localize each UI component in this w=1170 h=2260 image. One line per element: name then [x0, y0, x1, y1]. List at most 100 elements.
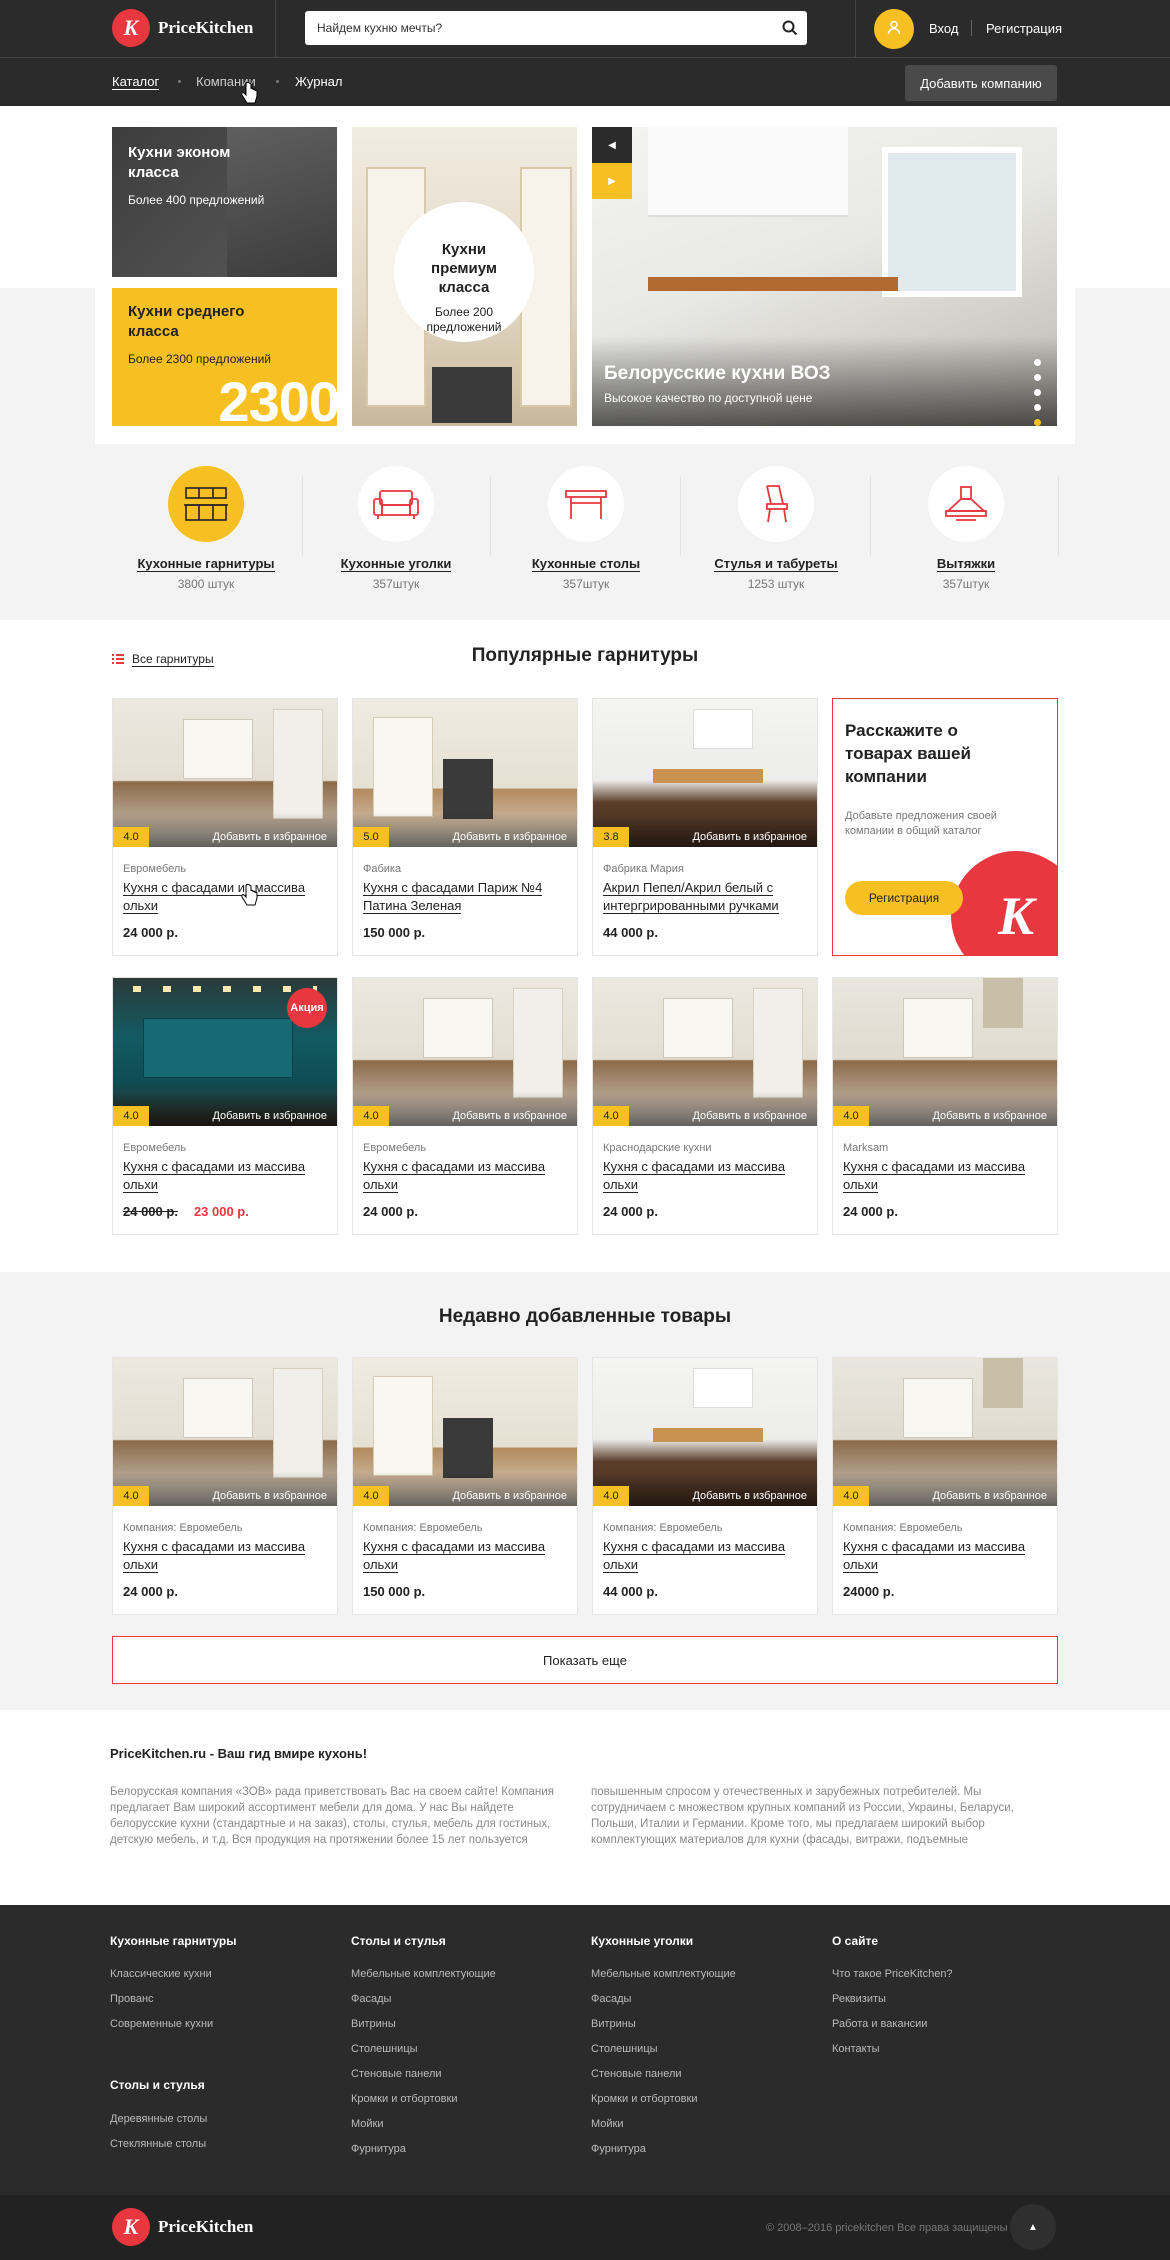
footer-link[interactable]: Фасады — [351, 1993, 391, 2005]
nav-catalog[interactable]: Каталог — [112, 74, 160, 90]
add-to-favorites[interactable]: Добавить в избранное — [932, 1110, 1047, 1122]
footer-link[interactable]: Фасады — [591, 1993, 631, 2005]
add-to-favorites[interactable]: Добавить в избранное — [212, 1490, 327, 1502]
register-link[interactable]: Регистрация — [986, 21, 1062, 36]
footer-link[interactable]: Фурнитура — [591, 2143, 646, 2155]
product-title[interactable]: Кухня с фасадами из массива ольхи — [123, 880, 306, 914]
footer-link[interactable]: Реквизиты — [832, 1993, 886, 2005]
product-maker: Компания: Евромебель — [603, 1522, 723, 1534]
footer-link[interactable]: Прованс — [110, 1993, 154, 2005]
banner-dot[interactable] — [1034, 359, 1041, 366]
product-maker: Фабика — [363, 863, 402, 875]
banner-countertop — [648, 277, 898, 291]
product-card[interactable]: 4.0 Добавить в избранное Компания: Евром… — [832, 1357, 1058, 1615]
footer-link[interactable]: Витрины — [591, 2018, 636, 2030]
product-card[interactable]: 5.0 Добавить в избранное Фабика Кухня с … — [352, 698, 578, 956]
footer-link[interactable]: Столешницы — [591, 2043, 658, 2055]
banner-next-arrow[interactable]: ▶ — [592, 163, 632, 199]
banner-dot[interactable] — [1034, 389, 1041, 396]
product-price: 24 000 р. — [123, 925, 178, 940]
banner-prev-arrow[interactable]: ◀ — [592, 127, 632, 163]
footer-link[interactable]: Кромки и отбортовки — [591, 2093, 697, 2105]
add-to-favorites[interactable]: Добавить в избранное — [452, 831, 567, 843]
category-kitchen-sets[interactable]: Кухонные гарнитуры 3800 штук — [111, 466, 301, 591]
login-link[interactable]: Вход — [929, 21, 958, 36]
scroll-top-button[interactable]: ▲ — [1010, 2204, 1056, 2250]
product-title[interactable]: Кухня с фасадами из массива ольхи — [843, 1539, 1026, 1573]
hero-tile-middle[interactable]: Кухни среднего класса Более 2300 предлож… — [112, 288, 337, 426]
footer-link[interactable]: Что такое PriceKitchen? — [832, 1968, 953, 1980]
footer-link[interactable]: Кромки и отбортовки — [351, 2093, 457, 2105]
footer-link[interactable]: Классические кухни — [110, 1968, 212, 1980]
add-company-button[interactable]: Добавить компанию — [905, 65, 1057, 101]
product-card[interactable]: 4.0 Добавить в избранное Краснодарские к… — [592, 977, 818, 1235]
search-input[interactable] — [305, 11, 773, 45]
logo[interactable]: K PriceKitchen — [112, 9, 253, 47]
hood-icon — [928, 466, 1004, 542]
footer-link[interactable]: Витрины — [351, 2018, 396, 2030]
add-to-favorites[interactable]: Добавить в избранное — [452, 1490, 567, 1502]
product-title[interactable]: Кухня с фасадами из массива ольхи — [123, 1159, 306, 1193]
search-icon[interactable] — [773, 11, 807, 45]
category-corners[interactable]: Кухонные уголки 357штук — [301, 466, 491, 591]
add-to-favorites[interactable]: Добавить в избранное — [692, 1490, 807, 1502]
show-more-button[interactable]: Показать еще — [112, 1636, 1058, 1684]
footer-link[interactable]: Столешницы — [351, 2043, 418, 2055]
footer-link[interactable]: Мойки — [591, 2118, 624, 2130]
product-card[interactable]: 4.0 Добавить в избранное Евромебель Кухн… — [112, 698, 338, 956]
category-tables[interactable]: Кухонные столы 357штук — [491, 466, 681, 591]
product-card[interactable]: 4.0 Добавить в избранное Компания: Евром… — [352, 1357, 578, 1615]
add-to-favorites[interactable]: Добавить в избранное — [692, 831, 807, 843]
hero-tile-economy[interactable]: Кухни эконом класса Более 400 предложени… — [112, 127, 337, 277]
add-to-favorites[interactable]: Добавить в избранное — [452, 1110, 567, 1122]
product-card[interactable]: 4.0 Добавить в избранное Компания: Евром… — [112, 1357, 338, 1615]
add-to-favorites[interactable]: Добавить в избранное — [932, 1490, 1047, 1502]
add-to-favorites[interactable]: Добавить в избранное — [692, 1110, 807, 1122]
user-avatar[interactable] — [874, 9, 914, 49]
hero-tile-premium[interactable]: Кухни премиум класса Более 200 предложен… — [352, 127, 577, 426]
footer-link[interactable]: Стеновые панели — [351, 2068, 442, 2080]
add-to-favorites[interactable]: Добавить в избранное — [212, 1110, 327, 1122]
product-title[interactable]: Кухня с фасадами из массива ольхи — [603, 1539, 786, 1573]
product-image: 4.0 Добавить в избранное — [353, 978, 577, 1126]
product-title[interactable]: Кухня с фасадами из массива ольхи — [363, 1159, 546, 1193]
banner-dot-active[interactable] — [1034, 419, 1041, 426]
banner-title: Белорусские кухни ВОЗ — [604, 363, 831, 384]
product-card[interactable]: 4.0 Добавить в избранное Компания: Евром… — [592, 1357, 818, 1615]
add-to-favorites[interactable]: Добавить в избранное — [212, 831, 327, 843]
footer-link[interactable]: Мебельные комплектующие — [351, 1968, 496, 1980]
category-count: 357штук — [942, 577, 990, 591]
category-hoods[interactable]: Вытяжки 357штук — [871, 466, 1061, 591]
product-title[interactable]: Кухня с фасадами из массива ольхи — [843, 1159, 1026, 1193]
promo-register-button[interactable]: Регистрация — [845, 881, 963, 915]
product-title[interactable]: Кухня с фасадами из массива ольхи — [363, 1539, 546, 1573]
footer — [0, 1905, 1170, 2195]
rating-badge: 4.0 — [593, 1106, 629, 1126]
product-title[interactable]: Кухня с фасадами из массива ольхи — [123, 1539, 306, 1573]
footer-link[interactable]: Мебельные комплектующие — [591, 1968, 736, 1980]
banner-dot[interactable] — [1034, 404, 1041, 411]
product-title[interactable]: Кухня с фасадами из массива ольхи — [603, 1159, 786, 1193]
product-card[interactable]: 4.0 Добавить в избранное Marksam Кухня с… — [832, 977, 1058, 1235]
hero-banner[interactable]: ◀ ▶ Белорусские кухни ВОЗ Высокое качест… — [592, 127, 1057, 426]
nav-journal[interactable]: Журнал — [295, 74, 342, 89]
rating-badge: 4.0 — [833, 1486, 869, 1506]
category-chairs[interactable]: Стулья и табуреты 1253 штук — [681, 466, 871, 591]
footer-link[interactable]: Мойки — [351, 2118, 384, 2130]
footer-link[interactable]: Контакты — [832, 2043, 880, 2055]
footer-link[interactable]: Фурнитура — [351, 2143, 406, 2155]
footer-logo[interactable]: K PriceKitchen — [112, 2208, 253, 2246]
footer-link[interactable]: Стеклянные столы — [110, 2138, 206, 2150]
footer-link[interactable]: Работа и вакансии — [832, 2018, 927, 2030]
footer-link[interactable]: Стеновые панели — [591, 2068, 682, 2080]
sofa-icon — [358, 466, 434, 542]
footer-link[interactable]: Деревянные столы — [110, 2113, 207, 2125]
banner-dot[interactable] — [1034, 374, 1041, 381]
footer-link[interactable]: Современные кухни — [110, 2018, 213, 2030]
product-card[interactable]: 4.0 Добавить в избранное Евромебель Кухн… — [352, 977, 578, 1235]
product-title[interactable]: Кухня с фасадами Париж №4 Патина Зеленая — [363, 880, 543, 914]
product-title[interactable]: Акрил Пепел/Акрил белый с интергрированн… — [603, 880, 779, 914]
rating-badge: 4.0 — [833, 1106, 869, 1126]
product-card[interactable]: Акция 4.0 Добавить в избранное Евромебел… — [112, 977, 338, 1235]
product-card[interactable]: 3.8 Добавить в избранное Фабрика Мария А… — [592, 698, 818, 956]
